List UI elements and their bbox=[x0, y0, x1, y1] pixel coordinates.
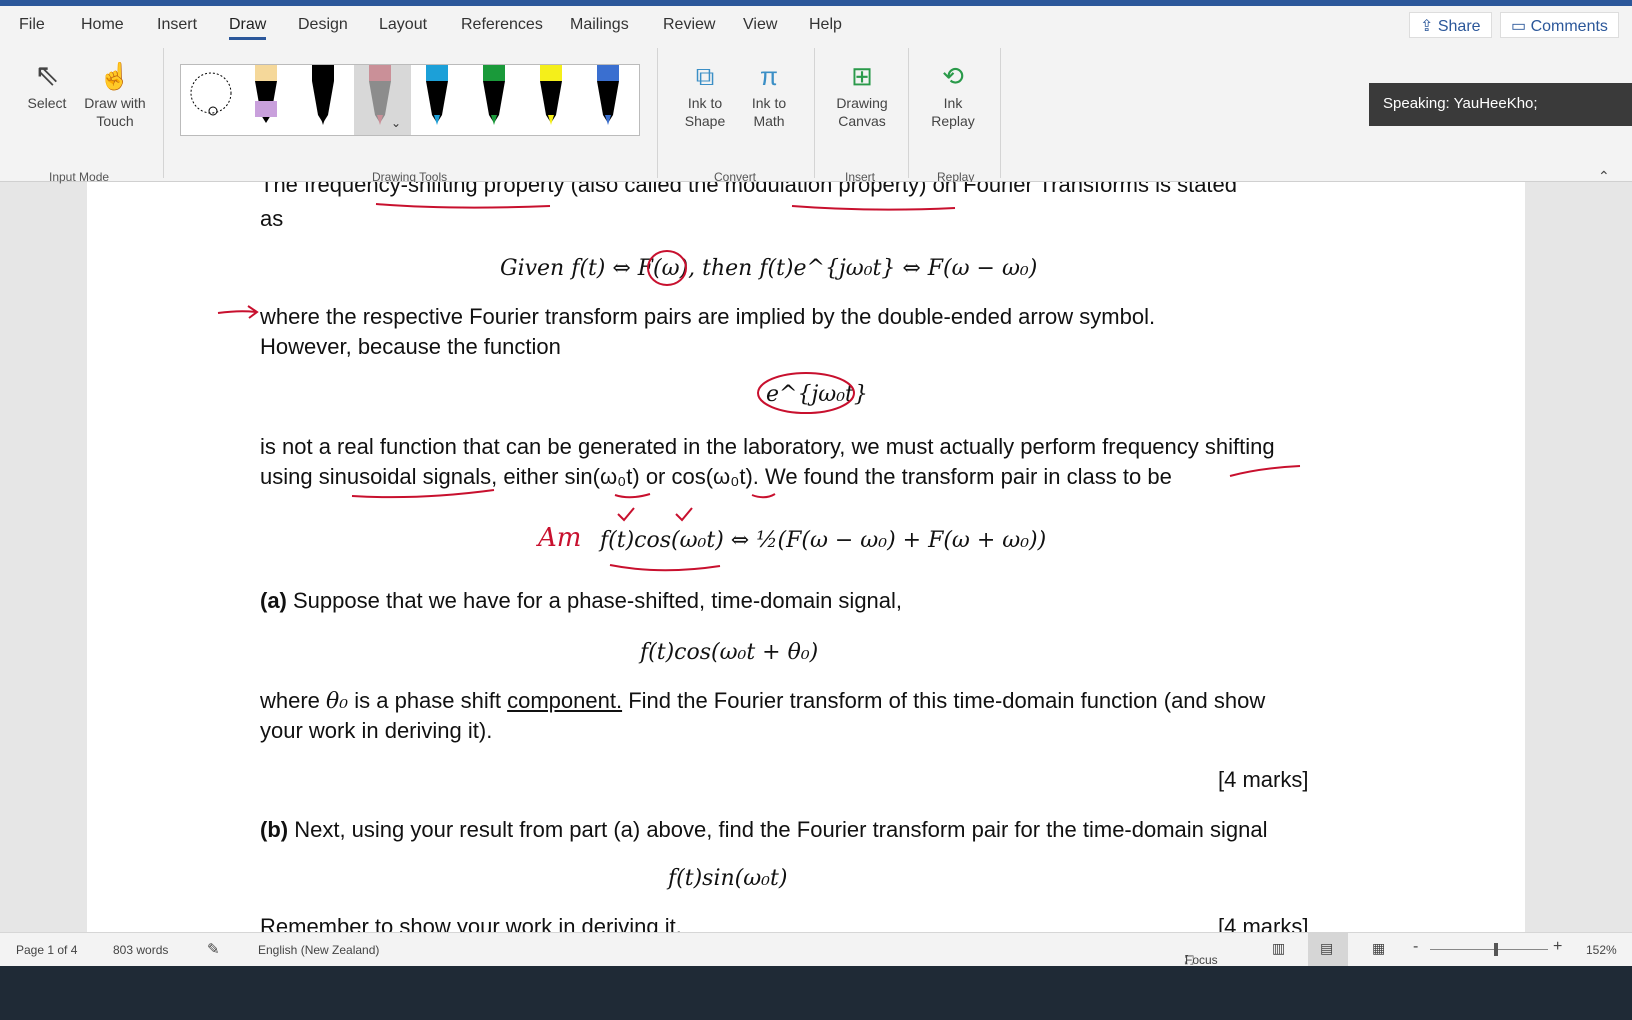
marks-label: [4 marks] bbox=[1218, 767, 1309, 792]
print-layout-icon[interactable]: ▤ bbox=[1308, 933, 1348, 967]
ink-replay-button[interactable]: ⟲ Ink Replay bbox=[928, 58, 978, 130]
equation-phase-shifted: f(t)cos(ω₀t + θ₀) bbox=[640, 640, 819, 665]
ink-underline bbox=[614, 493, 776, 499]
ink-underline bbox=[609, 564, 721, 572]
green-pen-icon[interactable] bbox=[483, 65, 505, 125]
web-layout-icon[interactable]: ▦ bbox=[1372, 940, 1385, 957]
paragraph-line: The frequency-shifting property (also ca… bbox=[260, 182, 1238, 197]
text-span: Find the Fourier transform of this time-… bbox=[622, 688, 1266, 713]
black-pen-icon[interactable] bbox=[312, 65, 334, 125]
read-mode-icon[interactable]: ▥ bbox=[1272, 940, 1285, 957]
marks-label: [4 marks] bbox=[1218, 914, 1309, 932]
proofing-icon[interactable]: ✎ bbox=[207, 940, 220, 958]
word-count[interactable]: 803 words bbox=[113, 943, 168, 957]
ink-to-math-icon: π bbox=[760, 61, 778, 91]
page-count[interactable]: Page 1 of 4 bbox=[16, 943, 77, 957]
zoom-out-button[interactable]: - bbox=[1413, 938, 1418, 956]
theta-symbol: θ₀ bbox=[326, 689, 349, 714]
zoom-slider[interactable] bbox=[1430, 949, 1548, 950]
ink-note-text: Am bbox=[536, 523, 581, 553]
ink-arrow bbox=[217, 305, 259, 319]
cursor-arrow-icon: ⇖ bbox=[34, 59, 60, 92]
galaxy-pen-icon[interactable] bbox=[597, 65, 619, 125]
divider bbox=[908, 48, 909, 178]
select-button[interactable]: ⇖ Select bbox=[24, 58, 70, 112]
comment-icon: ▭ bbox=[1511, 18, 1531, 35]
part-a-line: (a) Suppose that we have for a phase-shi… bbox=[260, 588, 902, 614]
text-span: is a phase shift bbox=[348, 688, 508, 713]
selected-pen-highlight bbox=[354, 65, 411, 135]
part-label: (b) bbox=[260, 817, 289, 842]
lasso-select-icon[interactable] bbox=[190, 72, 232, 116]
status-bar: Page 1 of 4 803 words ✎ English (New Zea… bbox=[0, 932, 1632, 967]
replay-icon: ⟲ bbox=[942, 61, 964, 91]
paragraph-line: using sinusoidal signals, either sin(ω₀t… bbox=[260, 464, 1172, 489]
divider bbox=[163, 48, 164, 178]
speaking-indicator: Speaking: YauHeeKho; bbox=[1369, 83, 1632, 126]
zoom-in-button[interactable]: + bbox=[1553, 938, 1562, 956]
tab-mailings[interactable]: Mailings bbox=[570, 16, 629, 34]
paragraph-line: where the respective Fourier transform p… bbox=[260, 304, 1156, 329]
tab-view[interactable]: View bbox=[743, 16, 777, 34]
tab-insert[interactable]: Insert bbox=[157, 16, 197, 34]
ink-to-shape-icon: ⧉ bbox=[695, 61, 715, 91]
ink-underline bbox=[351, 489, 495, 499]
tab-layout[interactable]: Layout bbox=[379, 16, 427, 34]
part-b-line: (b) Next, using your result from part (a… bbox=[260, 817, 1268, 843]
divider bbox=[814, 48, 815, 178]
language[interactable]: English (New Zealand) bbox=[258, 943, 379, 957]
tab-references[interactable]: References bbox=[461, 16, 543, 34]
focus-label: Focus bbox=[1185, 953, 1218, 967]
ink-underline bbox=[791, 205, 956, 211]
taskbar bbox=[0, 966, 1632, 1020]
collapse-ribbon-icon[interactable]: ⌃ bbox=[1598, 168, 1610, 185]
pen-chevron-icon[interactable]: ⌄ bbox=[391, 116, 401, 130]
document-body[interactable]: The frequency-shifting property (also ca… bbox=[87, 182, 1525, 932]
ink-checkmark bbox=[617, 507, 693, 522]
ink-to-shape-button[interactable]: ⧉ Ink to Shape bbox=[680, 58, 730, 130]
tab-design[interactable]: Design bbox=[298, 16, 348, 34]
equation-frequency-shift: Given f(t) ⇔ F(ω), then f(t)e^{jω₀t} ⇔ F… bbox=[500, 256, 1038, 281]
tab-home[interactable]: Home bbox=[81, 16, 124, 34]
paragraph-line: However, because the function bbox=[260, 334, 561, 359]
paragraph-line: Remember to show your work in deriving i… bbox=[260, 914, 682, 932]
divider bbox=[1000, 48, 1001, 178]
ink-underline bbox=[1229, 465, 1301, 477]
pencil-eraser-icon[interactable] bbox=[255, 65, 277, 123]
share-button[interactable]: ⇪ Share bbox=[1409, 12, 1492, 38]
comments-button[interactable]: ▭ Comments bbox=[1500, 12, 1619, 38]
zoom-level[interactable]: 152% bbox=[1586, 943, 1617, 957]
divider bbox=[657, 48, 658, 178]
tab-file[interactable]: File bbox=[19, 16, 45, 34]
pen-gallery: ⌄ bbox=[180, 64, 640, 136]
equation-cos-pair: f(t)cos(ω₀t) ⇔ ½(F(ω − ω₀) + F(ω + ω₀)) bbox=[600, 528, 1047, 553]
equation-exponential: e^{jω₀t} bbox=[766, 382, 868, 407]
paragraph-line: as bbox=[260, 206, 284, 231]
ribbon-tabs: File Home Insert Draw Design Layout Refe… bbox=[0, 6, 1632, 44]
paragraph-line: your work in deriving it). bbox=[260, 718, 493, 743]
ink-underline bbox=[375, 203, 551, 209]
tab-draw[interactable]: Draw bbox=[229, 16, 267, 40]
draw-with-touch-button[interactable]: ☝ Draw with Touch bbox=[80, 58, 150, 130]
pen-gallery-graphic: ⌄ bbox=[190, 65, 619, 135]
tab-help[interactable]: Help bbox=[809, 16, 842, 34]
paragraph-line: where θ₀ is a phase shift component. Fin… bbox=[260, 688, 1265, 714]
part-label: (a) bbox=[260, 588, 287, 613]
ink-to-math-button[interactable]: π Ink to Math bbox=[744, 58, 794, 130]
part-text: Suppose that we have for a phase-shifted… bbox=[286, 588, 903, 613]
touch-hand-icon: ☝ bbox=[98, 61, 132, 91]
blue-pen-icon[interactable] bbox=[426, 65, 448, 125]
text-span: where bbox=[260, 688, 327, 713]
paragraph-line: is not a real function that can be gener… bbox=[260, 434, 1275, 459]
drawing-canvas-button[interactable]: ⊞ Drawing Canvas bbox=[830, 58, 894, 130]
part-text: Next, using your result from part (a) ab… bbox=[288, 817, 1268, 842]
drawing-canvas-icon: ⊞ bbox=[851, 61, 873, 91]
share-icon: ⇪ bbox=[1420, 18, 1438, 35]
underlined-word: component. bbox=[507, 688, 623, 713]
zoom-slider-thumb[interactable] bbox=[1494, 943, 1498, 956]
tab-review[interactable]: Review bbox=[663, 16, 715, 34]
equation-sin: f(t)sin(ω₀t) bbox=[668, 866, 788, 891]
yellow-highlighter-icon[interactable] bbox=[540, 65, 562, 125]
